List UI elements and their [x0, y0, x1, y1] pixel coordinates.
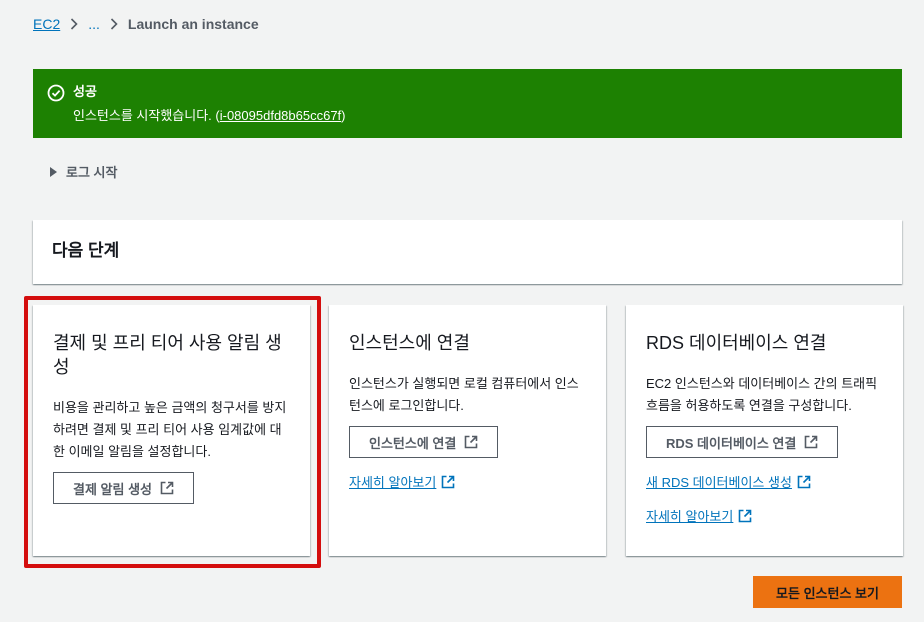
flash-message-prefix: 인스턴스를 시작했습니다. (: [73, 108, 220, 123]
flash-message-suffix: ): [341, 108, 346, 123]
link-label: 새 RDS 데이터베이스 생성: [646, 475, 792, 490]
card-description: 인스턴스가 실행되면 로컬 컴퓨터에서 인스턴스에 로그인합니다.: [349, 376, 579, 413]
connect-instance-button[interactable]: 인스턴스에 연결: [349, 426, 499, 458]
breadcrumb-ellipsis-link[interactable]: ...: [88, 16, 100, 32]
link-label: 자세히 알아보기: [349, 475, 437, 490]
connect-rds-button[interactable]: RDS 데이터베이스 연결: [646, 426, 839, 458]
breadcrumb: EC2 ... Launch an instance: [33, 16, 259, 32]
create-rds-database-link[interactable]: 새 RDS 데이터베이스 생성: [646, 472, 811, 491]
button-label: 결제 알림 생성: [73, 481, 152, 497]
instance-id-link[interactable]: i-08095dfd8b65cc67f: [220, 108, 341, 123]
button-label: 인스턴스에 연결: [369, 435, 457, 451]
view-all-instances-button[interactable]: 모든 인스턴스 보기: [753, 576, 902, 608]
launch-log-toggle[interactable]: 로그 시작: [50, 162, 117, 181]
card-title: 인스턴스에 연결: [349, 333, 470, 353]
learn-more-link[interactable]: 자세히 알아보기: [646, 506, 752, 525]
card-description: EC2 인스턴스와 데이터베이스 간의 트래픽 흐름을 허용하도록 연결을 구성…: [646, 376, 878, 413]
card-description: 비용을 관리하고 높은 금액의 청구서를 방지하려면 결제 및 프리 티어 사용…: [53, 400, 287, 459]
learn-more-link[interactable]: 자세히 알아보기: [349, 472, 455, 491]
external-link-icon: [797, 475, 811, 489]
external-link-icon: [804, 435, 818, 449]
launch-instance-page: EC2 ... Launch an instance 성공 인스턴스를 시작했습…: [0, 0, 924, 622]
link-label: 자세히 알아보기: [646, 509, 734, 524]
flash-title: 성공: [73, 84, 97, 99]
check-circle-icon: [47, 84, 65, 102]
button-label: RDS 데이터베이스 연결: [666, 435, 797, 451]
billing-alert-card: 결제 및 프리 티어 사용 알림 생성 비용을 관리하고 높은 금액의 청구서를…: [33, 305, 310, 556]
breadcrumb-current: Launch an instance: [127, 16, 259, 32]
flash-message: 인스턴스를 시작했습니다. (i-08095dfd8b65cc67f): [73, 107, 346, 125]
create-billing-alert-button[interactable]: 결제 알림 생성: [53, 472, 194, 504]
next-steps-header: 다음 단계: [33, 220, 902, 284]
chevron-right-icon: [60, 18, 88, 30]
caret-right-icon: [50, 166, 57, 177]
flash-content: 성공 인스턴스를 시작했습니다. (i-08095dfd8b65cc67f): [73, 83, 346, 138]
external-link-icon: [441, 475, 455, 489]
card-title: RDS 데이터베이스 연결: [646, 333, 827, 353]
success-flashbar: 성공 인스턴스를 시작했습니다. (i-08095dfd8b65cc67f): [33, 69, 902, 138]
launch-log-label: 로그 시작: [66, 165, 118, 180]
chevron-right-icon: [100, 18, 128, 30]
card-title: 결제 및 프리 티어 사용 알림 생성: [53, 333, 282, 377]
connect-instance-card: 인스턴스에 연결 인스턴스가 실행되면 로컬 컴퓨터에서 인스턴스에 로그인합니…: [329, 305, 606, 556]
external-link-icon: [738, 509, 752, 523]
next-steps-title: 다음 단계: [52, 241, 120, 260]
external-link-icon: [160, 481, 174, 495]
breadcrumb-ec2-link[interactable]: EC2: [33, 16, 60, 32]
rds-connect-card: RDS 데이터베이스 연결 EC2 인스턴스와 데이터베이스 간의 트래픽 흐름…: [626, 305, 903, 556]
external-link-icon: [464, 435, 478, 449]
